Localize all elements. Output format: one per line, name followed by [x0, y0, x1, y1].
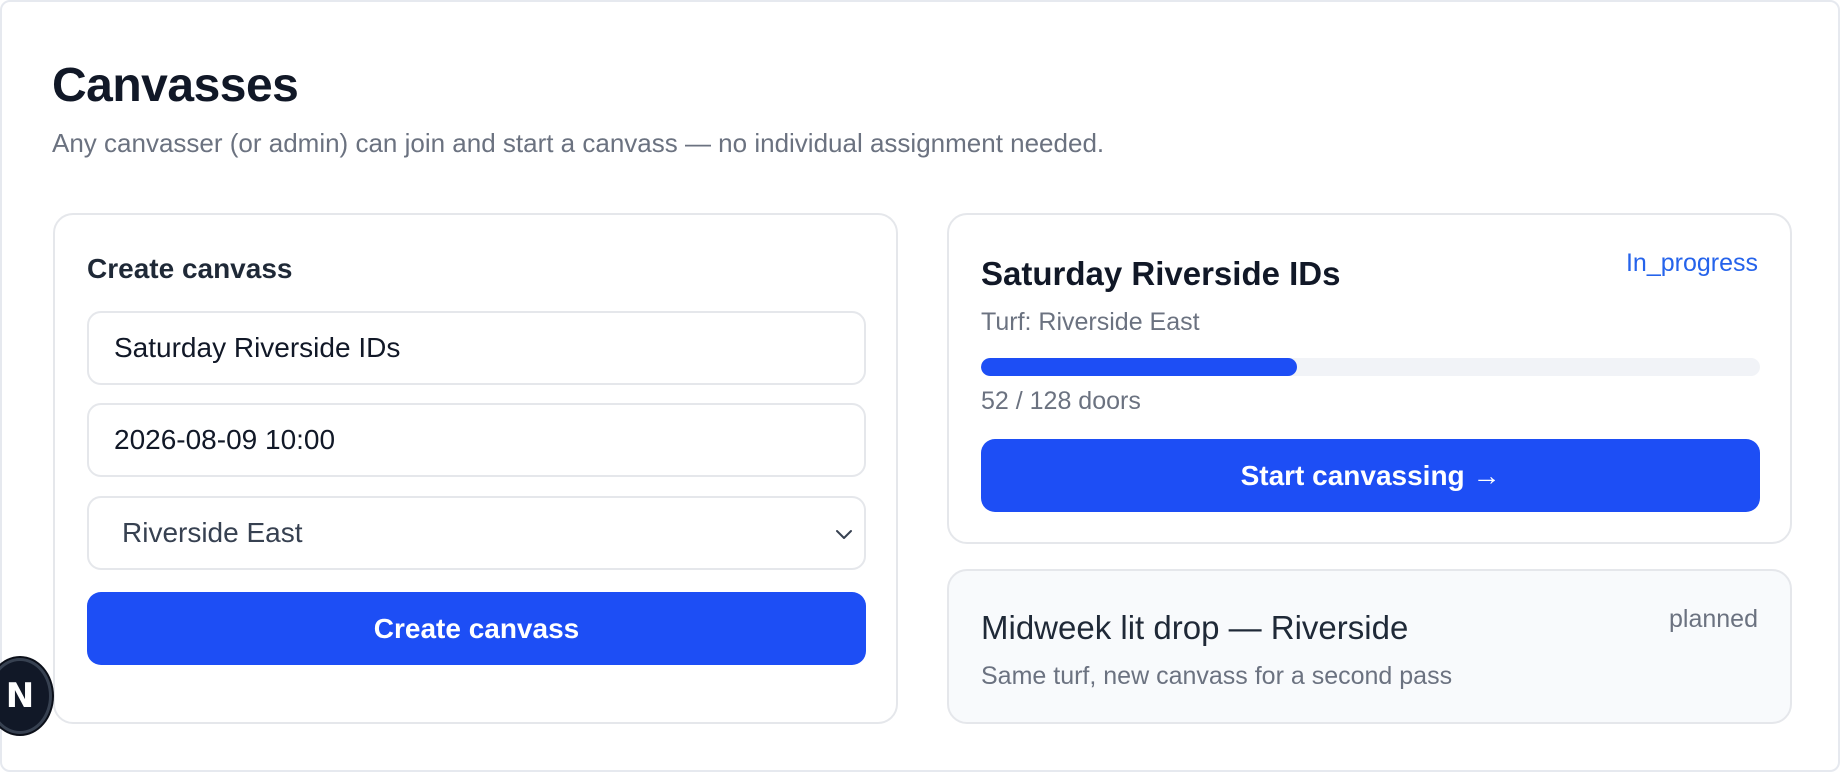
turf-select-value: Riverside East [122, 517, 303, 548]
create-canvass-card: Create canvass Saturday Riverside IDs 20… [53, 213, 898, 724]
status-badge: planned [1669, 605, 1758, 633]
canvass-card-in-progress: Saturday Riverside IDs In_progress Turf:… [947, 213, 1792, 544]
page-title: Canvasses [52, 59, 299, 112]
turf-select[interactable]: Riverside East [87, 496, 866, 570]
canvass-datetime-input[interactable]: 2026-08-09 10:00 [87, 403, 866, 477]
start-canvassing-button[interactable]: Start canvassing → [981, 439, 1760, 512]
canvass-name-value: Saturday Riverside IDs [114, 332, 401, 363]
canvass-card-planned[interactable]: Midweek lit drop — Riverside planned Sam… [947, 569, 1792, 724]
page-subtitle: Any canvasser (or admin) can join and st… [52, 128, 1105, 158]
canvass-name: Saturday Riverside IDs [981, 255, 1341, 292]
create-canvass-title: Create canvass [87, 253, 293, 284]
progress-bar-fill [981, 358, 1298, 376]
canvass-turf: Turf: Riverside East [981, 308, 1200, 336]
dev-tools-indicator[interactable]: N [0, 658, 52, 734]
app-window: Canvasses Any canvasser (or admin) can j… [0, 0, 1840, 772]
chevron-down-icon [836, 530, 852, 539]
canvass-description: Same turf, new canvass for a second pass [981, 662, 1453, 690]
progress-label: 52 / 128 doors [981, 387, 1141, 415]
canvass-name: Midweek lit drop — Riverside [981, 609, 1409, 646]
progress-bar [981, 358, 1760, 376]
status-badge[interactable]: In_progress [1626, 249, 1758, 278]
canvass-datetime-value: 2026-08-09 10:00 [114, 424, 336, 455]
canvass-name-input[interactable]: Saturday Riverside IDs [87, 311, 866, 385]
create-canvass-button[interactable]: Create canvass [87, 592, 866, 665]
